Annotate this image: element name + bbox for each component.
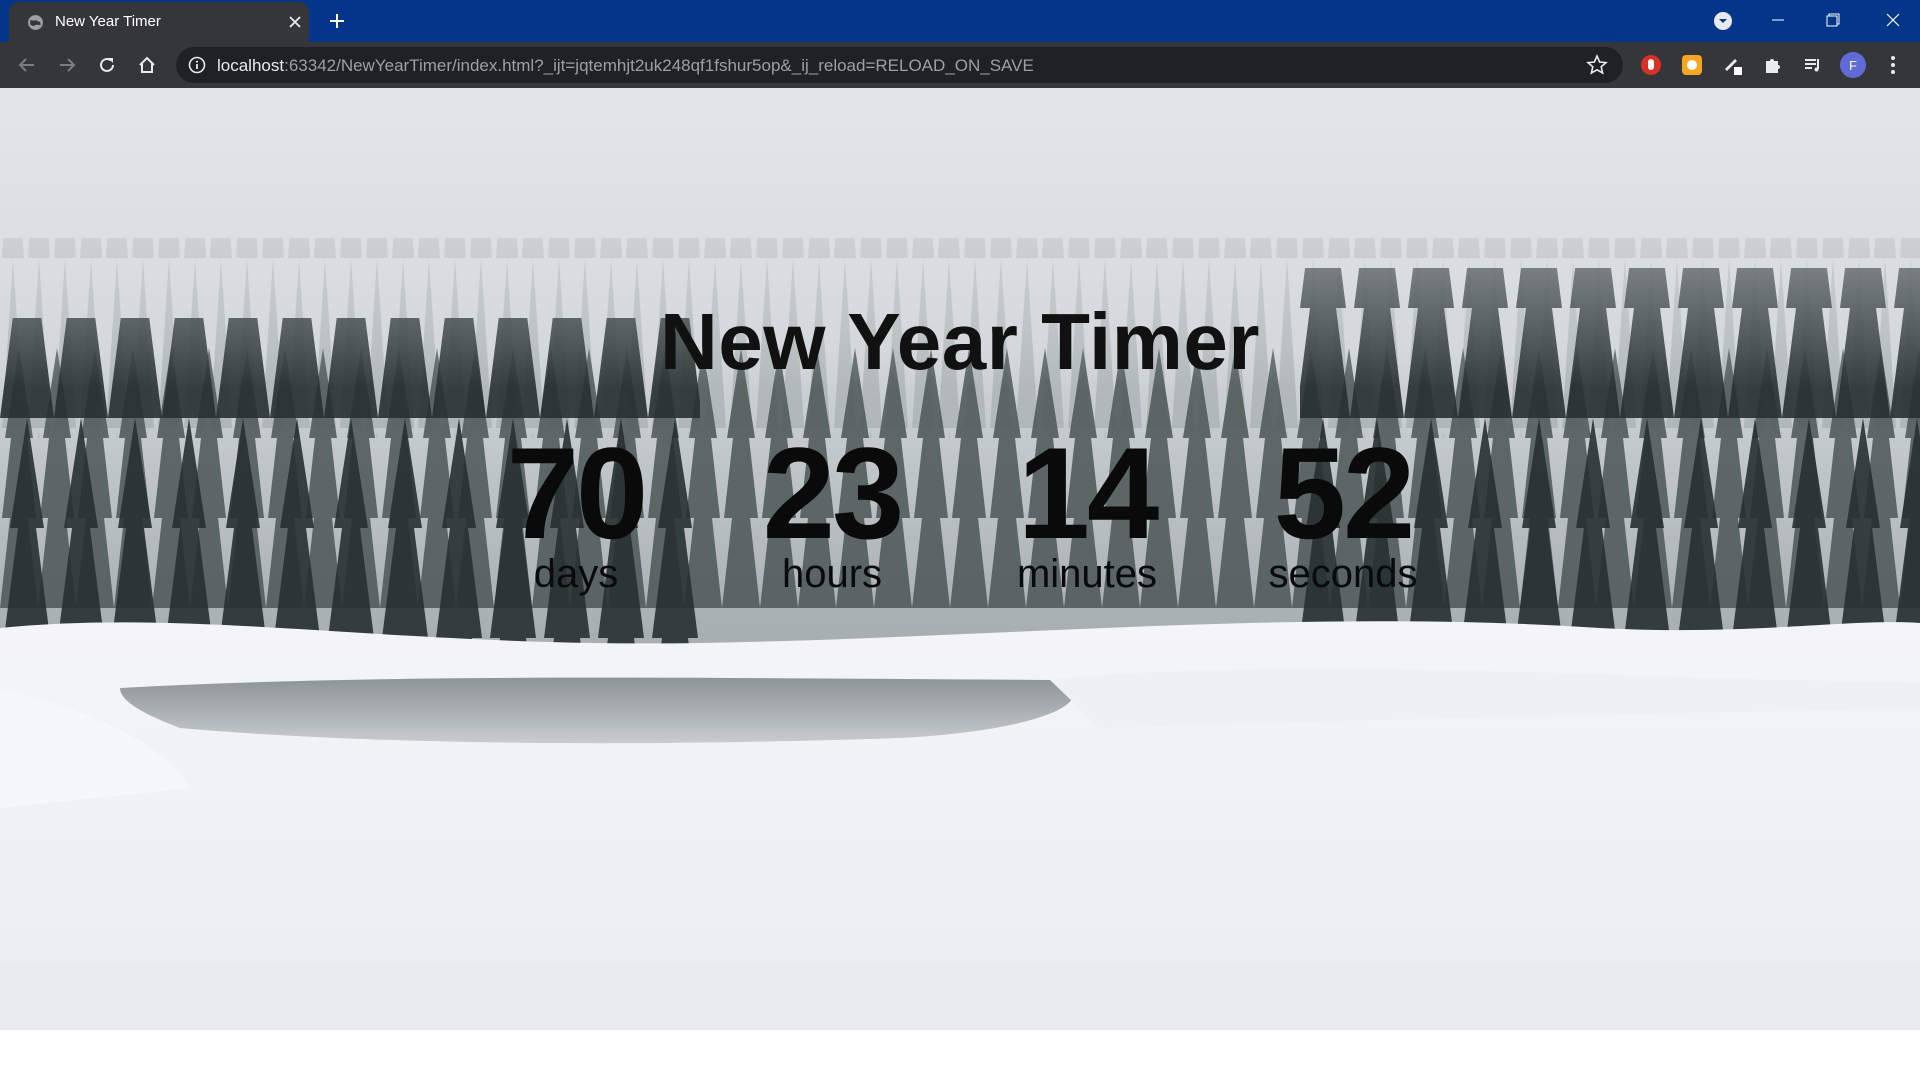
back-arrow-icon[interactable] xyxy=(11,49,43,81)
forward-arrow-icon[interactable] xyxy=(51,49,83,81)
days-value: 70 xyxy=(506,420,649,566)
globe-icon xyxy=(28,15,43,30)
pen-extension-icon[interactable] xyxy=(1719,51,1747,79)
url-text: localhost:63342/NewYearTimer/index.html?… xyxy=(217,56,1034,75)
browser-menu-icon[interactable] xyxy=(1880,51,1906,79)
minimize-window-icon[interactable] xyxy=(1750,0,1805,40)
page-viewport: New Year Timer 70 days 23 hours 14 minut… xyxy=(0,88,1920,1030)
red-hand-extension-icon[interactable] xyxy=(1637,51,1665,79)
new-tab-plus-icon[interactable] xyxy=(325,9,349,33)
media-queue-icon[interactable] xyxy=(1799,51,1827,79)
browser-toolbar: localhost:63342/NewYearTimer/index.html?… xyxy=(0,42,1920,88)
page-bottom-band xyxy=(0,961,1920,1030)
extensions-puzzle-icon[interactable] xyxy=(1759,51,1787,79)
seconds-value: 52 xyxy=(1273,420,1416,566)
countdown-minutes: 14 minutes xyxy=(977,428,1197,596)
bookmark-star-icon[interactable] xyxy=(1586,54,1608,76)
profile-avatar[interactable]: F xyxy=(1840,52,1866,78)
browser-tab[interactable]: New Year Timer xyxy=(9,2,309,42)
snowy-forest-lake-background xyxy=(0,88,1920,961)
address-bar[interactable]: localhost:63342/NewYearTimer/index.html?… xyxy=(176,47,1623,83)
restore-window-icon[interactable] xyxy=(1805,0,1860,40)
site-info-icon[interactable] xyxy=(188,56,206,74)
countdown-days: 70 days xyxy=(466,428,686,596)
close-window-icon[interactable] xyxy=(1865,0,1920,40)
hours-label: hours xyxy=(781,552,883,596)
minutes-label: minutes xyxy=(1016,552,1158,596)
countdown-seconds: 52 seconds xyxy=(1233,428,1453,596)
orange-extension-icon[interactable] xyxy=(1678,51,1706,79)
countdown-hours: 23 hours xyxy=(722,428,942,596)
close-tab-icon[interactable] xyxy=(285,12,305,32)
tab-title: New Year Timer xyxy=(55,13,161,30)
reload-icon[interactable] xyxy=(91,49,123,81)
days-label: days xyxy=(533,552,619,596)
hours-value: 23 xyxy=(762,420,905,566)
tab-search-icon[interactable] xyxy=(1711,9,1735,33)
page-title: New Year Timer xyxy=(660,297,1260,386)
browser-tabstrip: New Year Timer xyxy=(0,0,1920,42)
seconds-label: seconds xyxy=(1268,552,1418,596)
minutes-value: 14 xyxy=(1017,420,1160,566)
home-icon[interactable] xyxy=(131,49,163,81)
